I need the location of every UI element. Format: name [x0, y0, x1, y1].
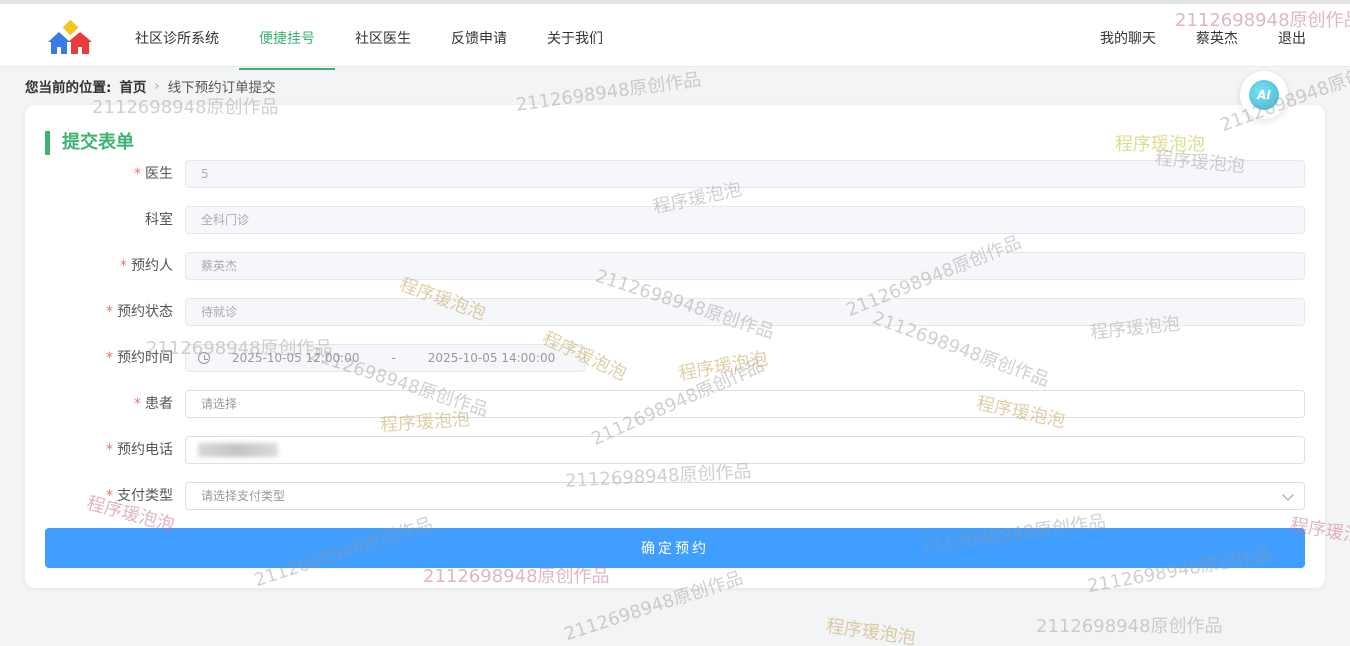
required-mark: * — [134, 396, 141, 412]
nav-logout[interactable]: 退出 — [1238, 8, 1306, 70]
chevron-down-icon — [1282, 489, 1294, 501]
payment-type-select[interactable]: 请选择支付类型 — [185, 482, 1305, 510]
payment-placeholder: 请选择支付类型 — [201, 489, 286, 503]
time-label: * 预约时间 — [106, 350, 173, 366]
time-range-picker: 2025-10-05 12:00:00 - 2025-10-05 14:00:0… — [185, 344, 585, 372]
watermark-text: 2112698948原创作品 — [1036, 616, 1223, 637]
nav-about-us[interactable]: 关于我们 — [527, 8, 623, 70]
form-card: 提交表单 * 医生 5 科室 全科门诊 * 预约人 蔡英杰 * 预约状态 待就诊 * 预… — [25, 105, 1325, 588]
form-title: 提交表单 — [45, 131, 134, 155]
patient-label: * 患者 — [134, 396, 173, 412]
house-logo-icon[interactable] — [46, 20, 94, 58]
time-separator: - — [391, 351, 396, 365]
required-mark: * — [106, 350, 113, 366]
booker-field: 蔡英杰 — [185, 252, 1305, 280]
form-row-department: 科室 全科门诊 — [25, 206, 1325, 234]
payment-label: * 支付类型 — [106, 488, 173, 504]
ai-icon: AI — [1249, 80, 1279, 110]
department-field: 全科门诊 — [185, 206, 1305, 234]
watermark-text: 程序瑗泡泡 — [824, 615, 917, 646]
form-row-status: * 预约状态 待就诊 — [25, 298, 1325, 326]
breadcrumb-label: 您当前的位置: — [25, 80, 112, 96]
form-row-phone: * 预约电话 — [25, 436, 1325, 464]
clock-icon — [198, 352, 210, 364]
required-mark: * — [120, 258, 127, 274]
required-mark: * — [106, 442, 113, 458]
main-nav: 社区诊所系统 便捷挂号 社区医生 反馈申请 关于我们 — [115, 8, 623, 70]
form-row-booker: * 预约人 蔡英杰 — [25, 252, 1325, 280]
nav-community-doctors[interactable]: 社区医生 — [335, 8, 431, 70]
form-row-doctor: * 医生 5 — [25, 160, 1325, 188]
form-row-time: * 预约时间 2025-10-05 12:00:00 - 2025-10-05 1… — [25, 344, 1325, 372]
breadcrumb-current: 线下预约订单提交 — [167, 80, 276, 96]
top-navbar: 社区诊所系统 便捷挂号 社区医生 反馈申请 关于我们 我的聊天 蔡英杰 退出 — [0, 0, 1350, 70]
required-mark: * — [106, 488, 113, 504]
phone-input[interactable] — [185, 436, 1305, 464]
nav-my-chat[interactable]: 我的聊天 — [1060, 8, 1156, 70]
time-end: 2025-10-05 14:00:00 — [427, 351, 556, 365]
department-label: 科室 — [145, 212, 173, 228]
form-row-patient: * 患者 请选择 — [25, 390, 1325, 418]
form-row-payment: * 支付类型 请选择支付类型 — [25, 482, 1325, 510]
time-start: 2025-10-05 12:00:00 — [232, 351, 360, 365]
booker-label: * 预约人 — [120, 258, 173, 274]
breadcrumb-home-link[interactable]: 首页 — [119, 76, 146, 96]
breadcrumb: 您当前的位置: 首页 › 线下预约订单提交 — [25, 76, 276, 97]
user-nav: 我的聊天 蔡英杰 退出 — [1060, 8, 1306, 70]
chevron-right-icon: › — [154, 78, 160, 94]
phone-label: * 预约电话 — [106, 442, 173, 458]
nav-username[interactable]: 蔡英杰 — [1156, 8, 1238, 70]
required-mark: * — [134, 166, 141, 182]
doctor-field: 5 — [185, 160, 1305, 188]
required-mark: * — [106, 304, 113, 320]
patient-select[interactable]: 请选择 — [185, 390, 1305, 418]
ai-assistant-button[interactable]: AI — [1240, 71, 1288, 119]
status-label: * 预约状态 — [106, 304, 173, 320]
phone-redacted — [198, 443, 278, 457]
nav-clinic-system[interactable]: 社区诊所系统 — [115, 8, 239, 70]
nav-quick-register[interactable]: 便捷挂号 — [239, 8, 335, 70]
submit-booking-button[interactable]: 确定预约 — [45, 528, 1305, 568]
nav-feedback[interactable]: 反馈申请 — [431, 8, 527, 70]
doctor-label: * 医生 — [134, 166, 173, 182]
status-field: 待就诊 — [185, 298, 1305, 326]
